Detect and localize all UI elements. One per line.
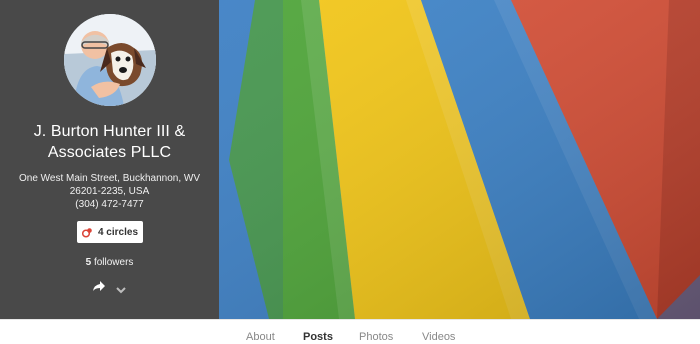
address-line-1: One West Main Street, Buckhannon, WV (18, 173, 200, 184)
phone-number[interactable]: (304) 472-7477 (0, 198, 219, 211)
cover-photo[interactable] (219, 0, 700, 319)
tab-videos[interactable]: Videos (422, 330, 455, 344)
profile-tabs: About Posts Photos Videos (0, 319, 700, 344)
circles-count-label: 4 circles (97, 226, 139, 238)
chevron-down-icon[interactable] (116, 281, 126, 294)
google-plus-business-page: J. Burton Hunter III & Associates PLLC O… (0, 0, 700, 344)
business-address: One West Main Street, Buckhannon, WV 262… (0, 172, 219, 211)
profile-avatar[interactable] (64, 14, 156, 106)
followers-label: followers (93, 257, 134, 268)
tab-posts[interactable]: Posts (303, 330, 333, 344)
followers-count[interactable]: 5 followers (0, 256, 219, 269)
business-name: J. Burton Hunter III & Associates PLLC (0, 121, 219, 163)
profile-panel: J. Burton Hunter III & Associates PLLC O… (0, 0, 219, 319)
tab-about[interactable]: About (246, 330, 275, 344)
share-icon[interactable] (92, 279, 106, 291)
tab-photos[interactable]: Photos (359, 330, 393, 344)
address-line-2: 26201-2235, USA (69, 186, 150, 197)
circles-icon (81, 227, 93, 238)
circles-button[interactable]: 4 circles (77, 221, 143, 243)
followers-number: 5 (85, 257, 92, 268)
business-name-line-1: J. Burton Hunter III & (33, 123, 186, 140)
business-name-line-2: Associates PLLC (47, 144, 172, 161)
